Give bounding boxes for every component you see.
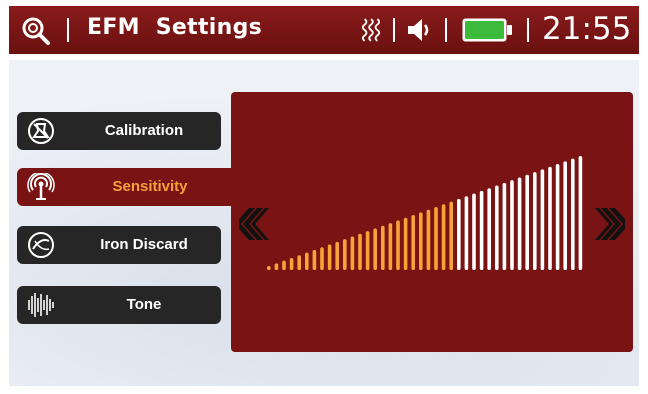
sensitivity-bar xyxy=(419,212,423,270)
menu-item-iron-discard[interactable]: Iron Discard xyxy=(17,226,221,264)
separator xyxy=(67,18,69,42)
sensitivity-panel xyxy=(231,92,633,352)
sensitivity-bar xyxy=(479,190,484,270)
top-bar: EFM Settings 21:55 xyxy=(9,6,639,54)
antenna-icon xyxy=(27,173,55,200)
sensitivity-bar xyxy=(533,172,537,270)
sensitivity-bar xyxy=(510,180,514,270)
sensitivity-bar xyxy=(411,215,415,270)
heat-icon xyxy=(361,18,381,42)
battery-icon xyxy=(462,18,512,42)
iron-discard-icon xyxy=(28,232,54,258)
sensitivity-bars[interactable] xyxy=(261,148,591,278)
sensitivity-bar xyxy=(274,263,279,270)
calibration-icon xyxy=(28,118,54,144)
sensitivity-bar xyxy=(327,244,332,270)
sensitivity-bar xyxy=(571,158,575,270)
menu-item-sensitivity[interactable]: Sensitivity xyxy=(17,168,233,206)
separator xyxy=(527,18,529,42)
sensitivity-bar xyxy=(426,209,431,270)
sensitivity-bar xyxy=(305,252,309,270)
sensitivity-bar xyxy=(312,249,317,270)
sensitivity-bar xyxy=(525,174,529,270)
sensitivity-bar xyxy=(396,220,400,270)
sensitivity-bar xyxy=(297,255,301,270)
sensitivity-bar xyxy=(555,164,560,270)
menu-item-tone[interactable]: Tone xyxy=(17,286,221,324)
sensitivity-bar xyxy=(381,225,385,270)
page-title: EFM Settings xyxy=(87,15,263,40)
sensitivity-bar xyxy=(457,198,461,270)
device-screen: EFM Settings 21:55 Calibration Sensitivi… xyxy=(9,6,639,386)
speaker-icon[interactable] xyxy=(405,16,433,44)
sensitivity-bar xyxy=(441,204,446,270)
increase-arrow-icon[interactable] xyxy=(595,208,625,240)
sensitivity-bar xyxy=(517,177,522,270)
sensitivity-bar xyxy=(350,236,355,270)
sensitivity-bar xyxy=(343,239,347,270)
sensitivity-bar xyxy=(388,223,393,270)
sensitivity-bar xyxy=(282,260,286,270)
sensitivity-bar xyxy=(335,241,339,270)
sensitivity-bar xyxy=(464,196,469,270)
menu-item-label: Iron Discard xyxy=(100,236,188,253)
sensitivity-bar xyxy=(267,266,271,270)
clock: 21:55 xyxy=(542,11,632,47)
sensitivity-bar xyxy=(365,231,370,270)
sensitivity-bar xyxy=(289,257,294,270)
menu-item-label: Tone xyxy=(126,296,162,313)
sensitivity-bar xyxy=(449,201,453,270)
sensitivity-bar xyxy=(373,228,377,270)
separator xyxy=(393,18,395,42)
waveform-icon xyxy=(28,293,54,317)
sensitivity-bar xyxy=(495,185,499,270)
menu-item-calibration[interactable]: Calibration xyxy=(17,112,221,150)
sensitivity-bar xyxy=(540,169,545,270)
sensitivity-bar xyxy=(434,206,438,270)
sensitivity-bar xyxy=(472,193,476,270)
sensitivity-bar xyxy=(358,233,362,270)
sensitivity-bar xyxy=(548,166,552,270)
separator xyxy=(445,18,447,42)
sensitivity-bar xyxy=(563,161,567,270)
sensitivity-bar xyxy=(487,188,491,270)
sensitivity-bar xyxy=(578,156,583,270)
search-icon[interactable] xyxy=(21,16,51,46)
sensitivity-bar xyxy=(403,217,408,270)
sensitivity-bar xyxy=(320,247,324,270)
menu-item-label: Calibration xyxy=(104,122,184,139)
sensitivity-bar xyxy=(502,182,507,270)
menu-item-label: Sensitivity xyxy=(112,178,188,195)
